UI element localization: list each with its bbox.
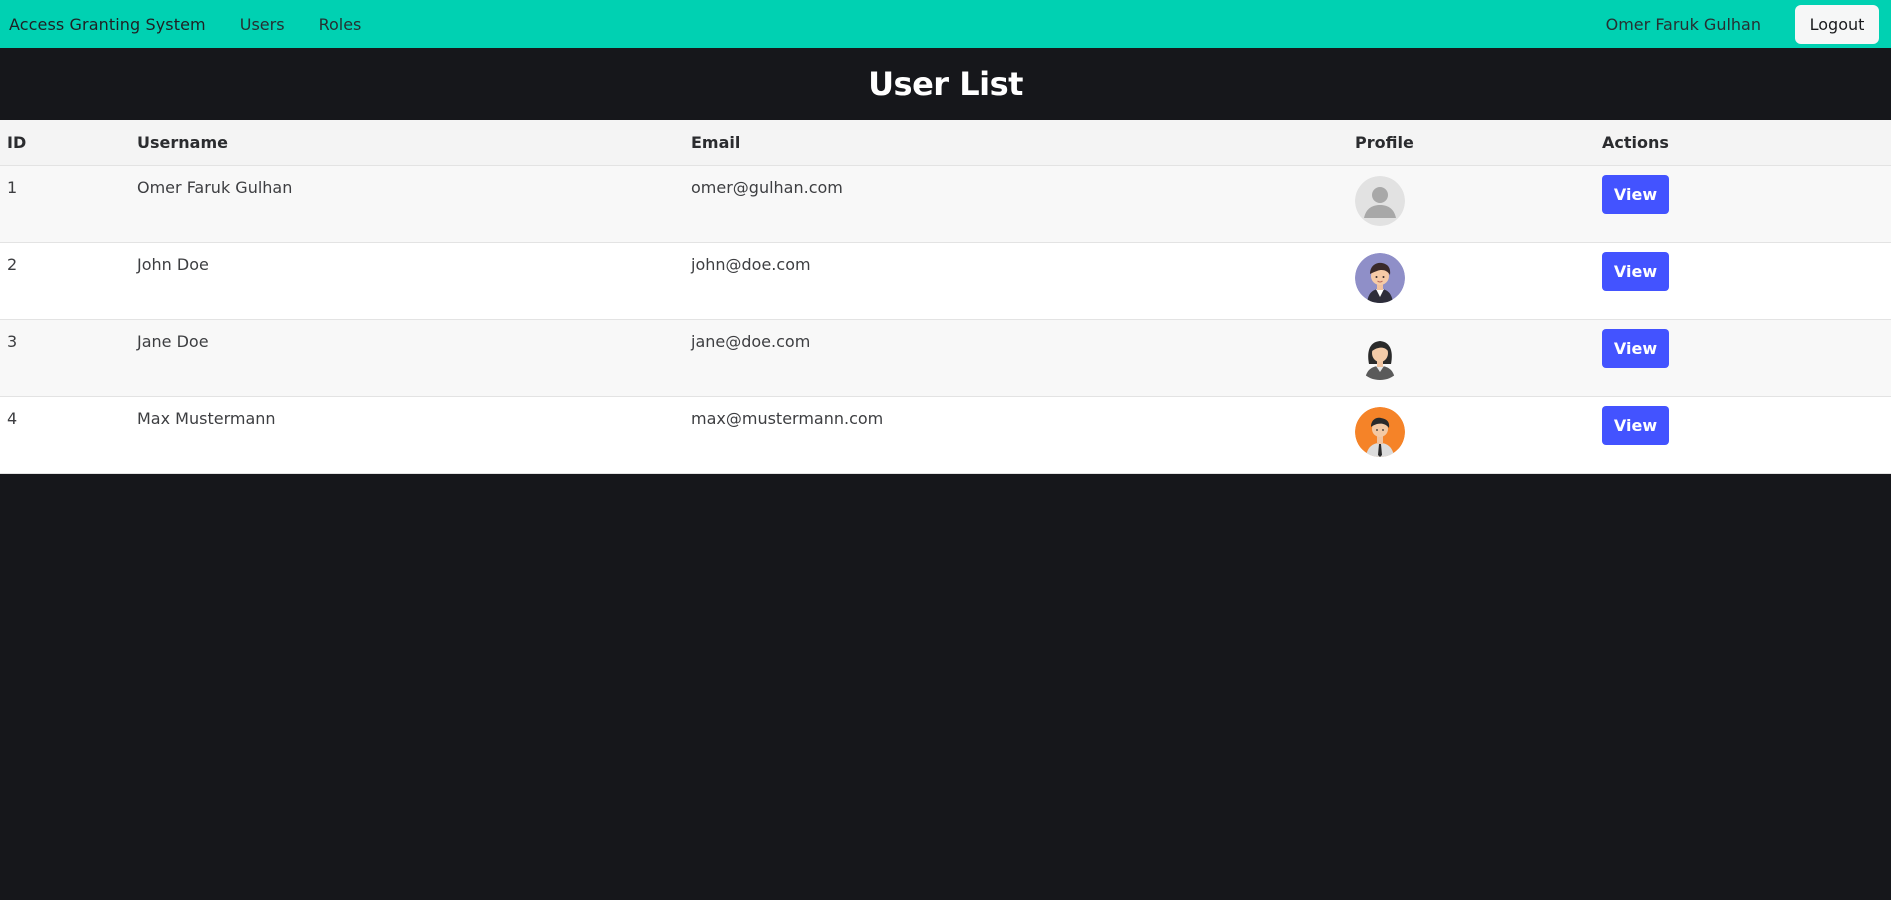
cell-username: Jane Doe [130,319,684,397]
header-id: ID [0,120,130,166]
table-body: 1 Omer Faruk Gulhan omer@gulhan.com View… [0,165,1891,474]
top-navbar: Access Granting System Users Roles Omer … [0,0,1891,48]
default-avatar-icon [1355,175,1405,226]
table-row: 4 Max Mustermann max@mustermann.com View [0,396,1891,474]
cell-actions: View [1595,242,1891,320]
header-email: Email [684,120,1348,166]
header-username: Username [130,120,684,166]
table-row: 2 John Doe john@doe.com View [0,242,1891,320]
cell-profile [1348,319,1595,397]
table-header-row: ID Username Email Profile Actions [0,120,1891,166]
view-button[interactable]: View [1602,174,1669,214]
cell-profile [1348,242,1595,320]
cell-actions: View [1595,165,1891,243]
header-actions: Actions [1595,120,1891,166]
logout-button[interactable]: Logout [1795,4,1879,44]
cell-email: john@doe.com [684,242,1348,320]
businessman-avatar-icon [1355,406,1405,457]
cell-email: omer@gulhan.com [684,165,1348,243]
cell-id: 2 [0,242,130,320]
cell-username: Max Mustermann [130,396,684,474]
woman-avatar-icon [1355,329,1405,380]
brand-title[interactable]: Access Granting System [9,15,206,34]
view-button[interactable]: View [1602,251,1669,291]
page-title: User List [868,65,1023,103]
view-button[interactable]: View [1602,405,1669,445]
table-row: 1 Omer Faruk Gulhan omer@gulhan.com View [0,165,1891,243]
cell-username: Omer Faruk Gulhan [130,165,684,243]
cell-id: 3 [0,319,130,397]
nav-link-users[interactable]: Users [240,15,285,34]
cell-actions: View [1595,319,1891,397]
cell-id: 1 [0,165,130,243]
user-table: ID Username Email Profile Actions 1 Omer… [0,120,1891,474]
view-button[interactable]: View [1602,328,1669,368]
current-user-name: Omer Faruk Gulhan [1605,14,1761,34]
cell-profile [1348,165,1595,243]
cell-email: max@mustermann.com [684,396,1348,474]
cell-id: 4 [0,396,130,474]
man-avatar-icon [1355,252,1405,303]
table-header: ID Username Email Profile Actions [0,120,1891,166]
cell-username: John Doe [130,242,684,320]
cell-profile [1348,396,1595,474]
cell-actions: View [1595,396,1891,474]
header-profile: Profile [1348,120,1595,166]
table-row: 3 Jane Doe jane@doe.com View [0,319,1891,397]
nav-link-roles[interactable]: Roles [319,15,362,34]
cell-email: jane@doe.com [684,319,1348,397]
page-header: User List [0,48,1891,120]
